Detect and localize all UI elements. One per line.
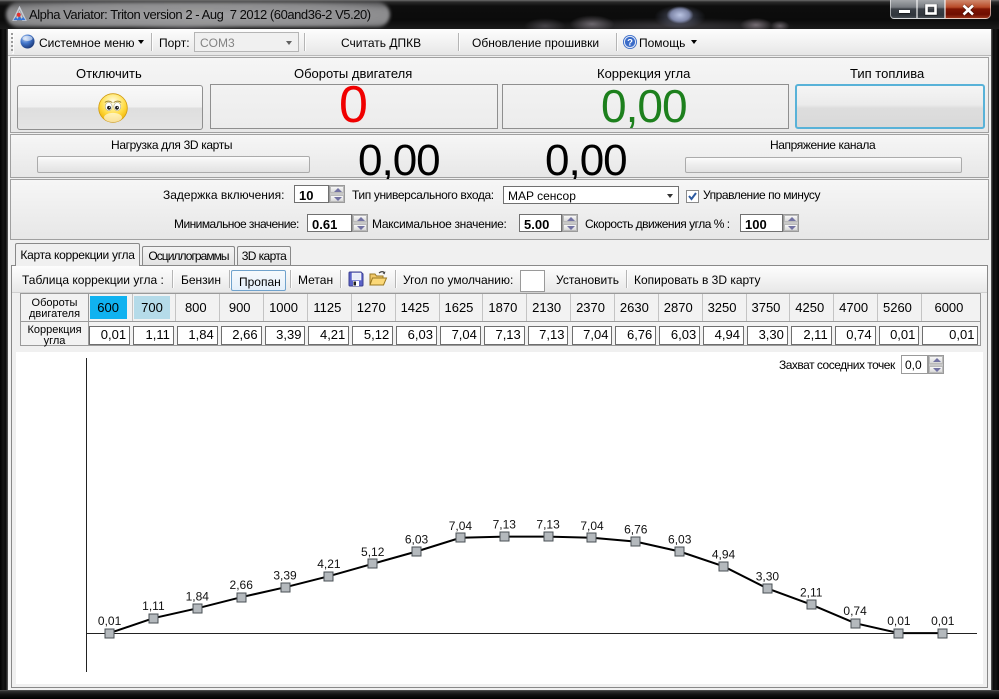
svg-text:0,01: 0,01 bbox=[887, 614, 911, 628]
svg-text:0,01: 0,01 bbox=[931, 614, 955, 628]
svg-text:2,66: 2,66 bbox=[230, 578, 254, 592]
svg-text:4,21: 4,21 bbox=[317, 557, 341, 571]
svg-text:6,03: 6,03 bbox=[405, 533, 429, 547]
svg-text:0,01: 0,01 bbox=[98, 614, 122, 628]
svg-text:7,04: 7,04 bbox=[580, 519, 604, 533]
svg-text:1,11: 1,11 bbox=[142, 599, 165, 613]
svg-text:7,13: 7,13 bbox=[536, 518, 560, 532]
svg-text:4,94: 4,94 bbox=[712, 547, 736, 561]
svg-text:3,39: 3,39 bbox=[273, 568, 297, 582]
svg-text:0,74: 0,74 bbox=[843, 604, 867, 618]
svg-text:6,76: 6,76 bbox=[624, 523, 648, 537]
svg-text:6,03: 6,03 bbox=[668, 533, 692, 547]
svg-text:3,30: 3,30 bbox=[756, 570, 780, 584]
svg-text:5,12: 5,12 bbox=[361, 545, 385, 559]
svg-text:?: ? bbox=[627, 38, 633, 49]
svg-text:7,04: 7,04 bbox=[449, 519, 473, 533]
svg-text:7,13: 7,13 bbox=[493, 518, 517, 532]
svg-text:2,11: 2,11 bbox=[800, 586, 823, 600]
svg-text:1,84: 1,84 bbox=[186, 589, 210, 603]
